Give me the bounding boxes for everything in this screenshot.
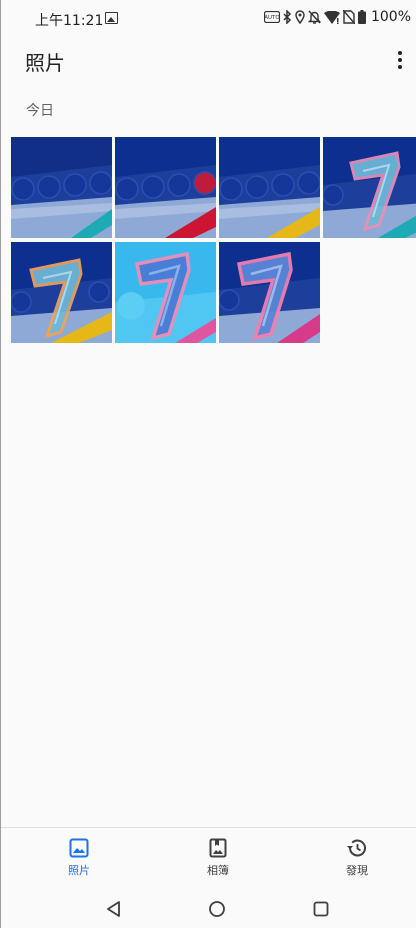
recents-square-icon[interactable] <box>311 899 331 919</box>
app-bar: 照片 <box>1 38 416 84</box>
album-icon <box>209 838 227 858</box>
home-circle-icon[interactable] <box>207 899 227 919</box>
photo-thumbnail-3[interactable] <box>219 137 320 238</box>
nav-tab-photos[interactable]: 照片 <box>39 838 119 878</box>
history-icon <box>347 839 366 857</box>
page-title: 照片 <box>25 51 65 75</box>
more-vert-icon[interactable] <box>393 48 407 72</box>
photos-app-screen: 上午11:21 AUTO 100% 照片 今日 照片 相簿 發現 <box>0 0 416 928</box>
nav-label-albums: 相簿 <box>207 864 229 877</box>
bluetooth-icon <box>283 10 292 24</box>
bottom-navigation: 照片 相簿 發現 <box>1 827 416 891</box>
nav-label-discover: 發現 <box>346 864 368 877</box>
photo-icon <box>69 838 89 858</box>
battery-icon <box>357 10 366 24</box>
battery-percentage: 100% <box>370 9 411 25</box>
location-icon <box>295 10 305 24</box>
back-triangle-icon[interactable] <box>104 899 124 919</box>
nav-label-photos: 照片 <box>68 864 90 877</box>
date-section-label: 今日 <box>26 103 54 119</box>
photo-thumbnail-6[interactable] <box>115 242 216 343</box>
photo-thumbnail-1[interactable] <box>11 137 112 238</box>
photo-thumbnail-7[interactable] <box>219 242 320 343</box>
gallery-notification-icon <box>105 12 118 24</box>
wifi-icon <box>323 10 340 24</box>
svg-text:AUTO: AUTO <box>264 15 280 21</box>
photo-thumbnail-5[interactable] <box>11 242 112 343</box>
photo-grid <box>11 137 416 343</box>
status-bar: 上午11:21 AUTO 100% <box>1 0 416 38</box>
system-navigation-bar <box>1 891 416 928</box>
alarm-off-icon <box>307 10 321 24</box>
status-time: 上午11:21 <box>35 13 104 29</box>
auto-brightness-icon: AUTO <box>263 11 280 23</box>
nav-tab-albums[interactable]: 相簿 <box>178 838 258 878</box>
photo-thumbnail-4[interactable] <box>323 137 416 238</box>
no-sim-icon <box>342 10 355 24</box>
photo-thumbnail-2[interactable] <box>115 137 216 238</box>
status-icons: AUTO 100% <box>263 9 411 25</box>
nav-tab-discover[interactable]: 發現 <box>317 838 397 878</box>
